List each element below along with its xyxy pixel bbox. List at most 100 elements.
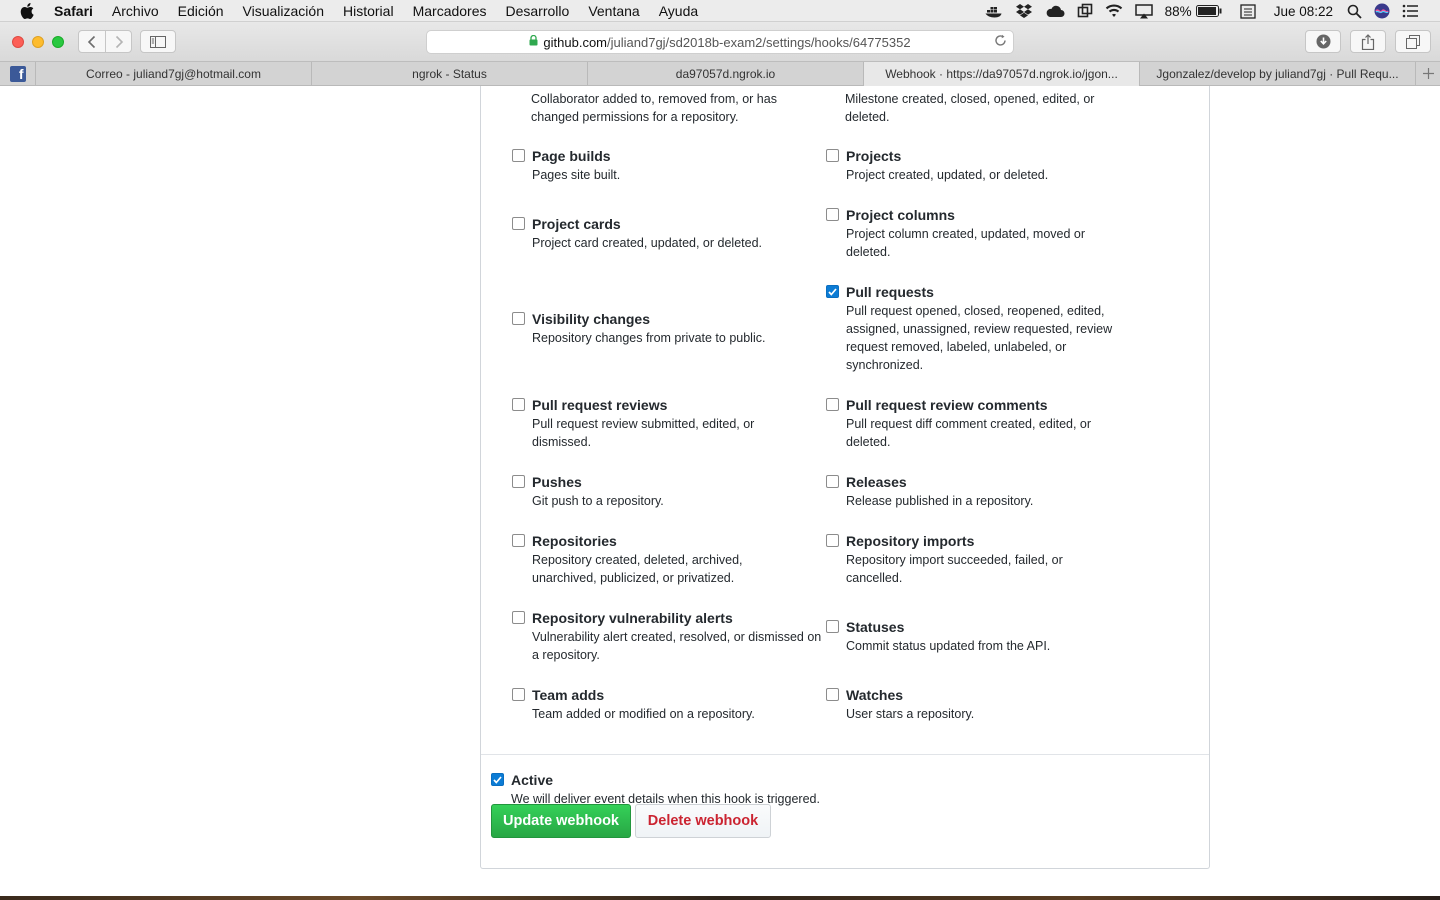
checkbox[interactable]: [826, 149, 839, 162]
event-description: Repository created, deleted, archived, u…: [532, 553, 743, 585]
checkbox[interactable]: [826, 208, 839, 221]
apple-icon[interactable]: [20, 2, 38, 19]
zoom-window-button[interactable]: [52, 35, 64, 48]
battery-icon[interactable]: [1195, 5, 1222, 17]
notification-center-icon[interactable]: [1402, 4, 1418, 18]
event-label: Visibility changes: [532, 311, 651, 327]
siri-icon[interactable]: [1374, 3, 1390, 19]
event-label: Page builds: [532, 148, 611, 164]
checkbox[interactable]: [512, 475, 525, 488]
forward-button[interactable]: [105, 31, 131, 52]
event-description: User stars a repository.: [846, 707, 975, 721]
menu-safari[interactable]: Safari: [54, 3, 93, 19]
event-description: Pull request opened, closed, reopened, e…: [846, 304, 1113, 372]
checkbox[interactable]: [826, 398, 839, 411]
window-app-icon[interactable]: [1077, 3, 1093, 19]
menu-edicion[interactable]: Edición: [178, 3, 224, 19]
event-description: Pull request review submitted, edited, o…: [532, 417, 755, 449]
desktop-wallpaper-strip: [0, 896, 1440, 900]
webpage-viewport: Collaborator added to, removed from, or …: [0, 86, 1440, 896]
event-label: Releases: [846, 474, 907, 490]
wifi-icon[interactable]: [1105, 4, 1123, 18]
event-description: Repository import succeeded, failed, or …: [846, 553, 1063, 585]
address-bar[interactable]: github.com/juliand7gj/sd2018b-exam2/sett…: [426, 30, 1014, 54]
tab-pull-request[interactable]: Jgonzalez/develop by juliand7gj · Pull R…: [1140, 62, 1416, 86]
menu-desarrollo[interactable]: Desarrollo: [506, 3, 570, 19]
docker-icon[interactable]: [985, 4, 1003, 18]
menu-archivo[interactable]: Archivo: [112, 3, 159, 19]
history-navigation: [78, 30, 132, 53]
event-description: Team added or modified on a repository.: [532, 707, 755, 721]
airplay-icon[interactable]: [1134, 3, 1153, 19]
event-label: Repository vulnerability alerts: [532, 610, 733, 626]
downloads-button[interactable]: [1305, 30, 1341, 53]
event-label: Pull requests: [846, 284, 934, 300]
checkbox[interactable]: [826, 475, 839, 488]
tab-webhook[interactable]: Webhook · https://da97057d.ngrok.io/jgon…: [864, 62, 1140, 86]
checkmark-icon: [828, 287, 837, 296]
checkbox[interactable]: [826, 620, 839, 633]
tab-ngrok-status[interactable]: ngrok - Status: [312, 62, 588, 86]
pinned-tab-facebook[interactable]: f: [0, 62, 36, 86]
active-checkbox[interactable]: [491, 773, 504, 786]
delete-webhook-button[interactable]: Delete webhook: [635, 804, 771, 838]
tab-ngrok-io[interactable]: da97057d.ngrok.io: [588, 62, 864, 86]
event-description: Commit status updated from the API.: [846, 639, 1051, 653]
event-label: Pull request reviews: [532, 397, 668, 413]
back-button[interactable]: [79, 31, 105, 52]
event-label: Projects: [846, 148, 902, 164]
spotlight-search-icon[interactable]: [1347, 4, 1362, 19]
milestone-event-desc: Milestone created, closed, opened, edite…: [845, 92, 1095, 124]
checkbox[interactable]: [512, 312, 525, 325]
sidebar-toggle-button[interactable]: [140, 30, 176, 53]
event-label: Repository imports: [846, 533, 975, 549]
event-description: Repository changes from private to publi…: [532, 331, 766, 345]
menu-historial[interactable]: Historial: [343, 3, 394, 19]
macos-menu-bar: Safari Archivo Edición Visualización His…: [0, 0, 1440, 22]
event-description: Project column created, updated, moved o…: [846, 227, 1086, 259]
share-icon: [1361, 33, 1375, 50]
tab-correo[interactable]: Correo - juliand7gj@hotmail.com: [36, 62, 312, 86]
chevron-left-icon: [87, 35, 96, 48]
reload-icon[interactable]: [994, 34, 1007, 50]
event-label: Watches: [846, 687, 904, 703]
checkbox[interactable]: [512, 534, 525, 547]
checkbox[interactable]: [512, 149, 525, 162]
checkbox[interactable]: [826, 534, 839, 547]
sidebar-icon: [150, 35, 166, 48]
lock-icon: [529, 34, 538, 49]
update-webhook-button[interactable]: Update webhook: [491, 804, 631, 838]
webhook-settings-box: Collaborator added to, removed from, or …: [480, 86, 1210, 869]
event-description: Project card created, updated, or delete…: [532, 236, 763, 250]
menu-marcadores[interactable]: Marcadores: [413, 3, 487, 19]
checkbox[interactable]: [512, 688, 525, 701]
menu-bar-status-area: 88% Jue 08:22: [985, 0, 1440, 22]
checkbox[interactable]: [512, 217, 525, 230]
close-window-button[interactable]: [12, 35, 24, 48]
url-path: /juliand7gj/sd2018b-exam2/settings/hooks…: [607, 34, 911, 50]
clock[interactable]: Jue 08:22: [1274, 4, 1333, 19]
facebook-icon: f: [9, 66, 26, 82]
tab-overview-button[interactable]: [1395, 30, 1431, 53]
minimize-window-button[interactable]: [32, 35, 44, 48]
url-domain: github.com: [543, 34, 608, 50]
download-icon: [1316, 34, 1330, 49]
cloud-sync-icon[interactable]: [1045, 4, 1065, 18]
menu-ventana[interactable]: Ventana: [588, 3, 639, 19]
checkbox-checked[interactable]: [826, 285, 839, 298]
event-label: Pull request review comments: [846, 397, 1048, 413]
collaborator-event-desc: Collaborator added to, removed from, or …: [531, 92, 777, 124]
keyboard-input-icon[interactable]: [1240, 3, 1256, 19]
dropbox-icon[interactable]: [1015, 3, 1033, 19]
chevron-right-icon: [115, 35, 123, 48]
plus-icon: [1422, 68, 1434, 79]
section-divider: [481, 754, 1209, 755]
checkbox[interactable]: [512, 398, 525, 411]
new-tab-button[interactable]: [1416, 62, 1440, 85]
event-label: Repositories: [532, 533, 617, 549]
share-button[interactable]: [1350, 30, 1386, 53]
checkbox[interactable]: [512, 611, 525, 624]
menu-ayuda[interactable]: Ayuda: [659, 3, 698, 19]
checkbox[interactable]: [826, 688, 839, 701]
menu-visualizacion[interactable]: Visualización: [243, 3, 324, 19]
